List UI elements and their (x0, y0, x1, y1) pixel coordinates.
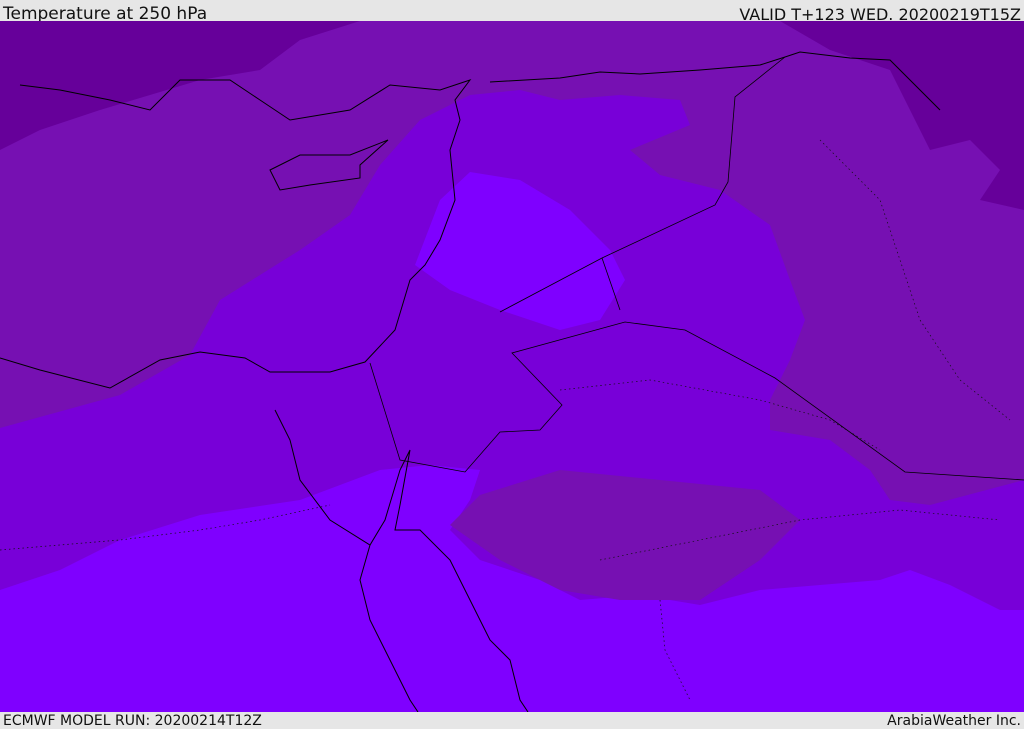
header-bar: Temperature at 250 hPa VALID T+123 WED. … (0, 0, 1024, 24)
footer-bar: ECMWF MODEL RUN: 20200214T12Z ArabiaWeat… (0, 712, 1024, 729)
model-run: ECMWF MODEL RUN: 20200214T12Z (3, 713, 262, 729)
credit-text: ArabiaWeather Inc. (887, 713, 1021, 729)
temperature-map (0, 21, 1024, 712)
